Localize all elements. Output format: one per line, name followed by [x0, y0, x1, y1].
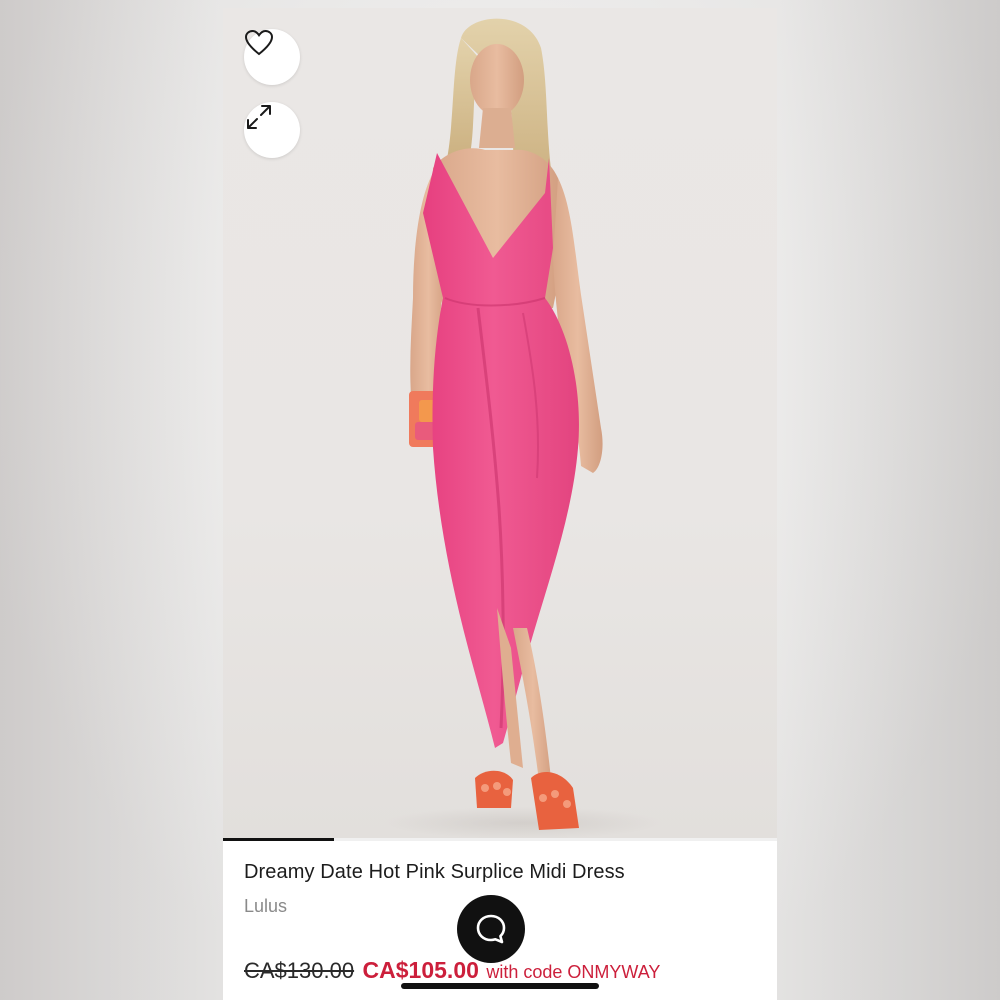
heart-icon — [244, 29, 274, 56]
chat-bubble-icon — [476, 914, 506, 944]
chat-button[interactable] — [457, 895, 525, 963]
favorite-button[interactable] — [244, 29, 300, 85]
original-price: CA$130.00 — [244, 958, 355, 983]
price-row: CA$130.00 CA$105.00 with code ONMYWAY — [244, 957, 660, 984]
model-illustration — [383, 18, 663, 839]
expand-icon — [247, 105, 271, 129]
product-photo[interactable] — [223, 8, 777, 840]
home-indicator — [401, 983, 599, 989]
expand-button[interactable] — [244, 102, 300, 158]
product-title: Dreamy Date Hot Pink Surplice Midi Dress — [244, 861, 625, 883]
product-screen: Dreamy Date Hot Pink Surplice Midi Dress… — [223, 8, 777, 1000]
product-brand[interactable]: Lulus — [244, 896, 287, 917]
promo-code-text: with code ONMYWAY — [486, 962, 661, 982]
sale-price: CA$105.00 — [362, 957, 479, 983]
